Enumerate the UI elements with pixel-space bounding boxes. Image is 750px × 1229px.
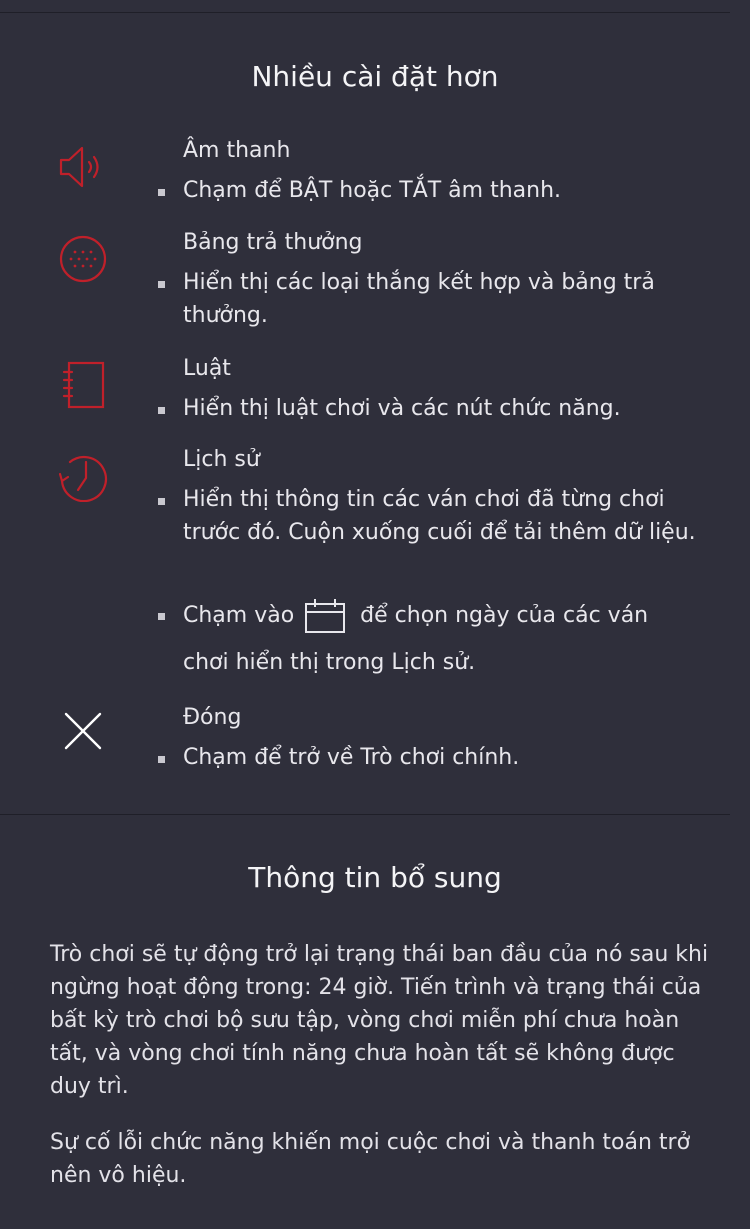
close-icon[interactable] bbox=[62, 710, 104, 752]
history-clock-icon bbox=[58, 455, 107, 502]
section-title-more-settings: Nhiều cài đặt hơn bbox=[251, 60, 499, 93]
paytable-label: Bảng trả thưởng bbox=[183, 230, 363, 255]
sound-description: Chạm để BẬT hoặc TẮT âm thanh. bbox=[158, 174, 718, 207]
history-label: Lịch sử bbox=[183, 447, 260, 472]
close-description: Chạm để trở về Trò chơi chính. bbox=[158, 741, 718, 774]
calendar-icon bbox=[305, 599, 346, 633]
settings-help-page: Nhiều cài đặt hơn Âm thanh Chạm để BẬT h… bbox=[0, 0, 750, 1229]
speaker-icon bbox=[59, 146, 99, 188]
paytable-description: Hiển thị các loại thắng kết hợp và bảng … bbox=[158, 266, 718, 332]
top-divider bbox=[0, 12, 730, 13]
history-date-tip: Chạm vào để chọn ngày của các ván bbox=[158, 598, 718, 634]
notebook-icon bbox=[62, 361, 105, 409]
section-divider bbox=[0, 814, 730, 815]
history-description: Hiển thị thông tin các ván chơi đã từng … bbox=[158, 483, 718, 549]
paytable-icon bbox=[59, 235, 107, 283]
rules-description: Hiển thị luật chơi và các nút chức năng. bbox=[158, 392, 718, 425]
close-label: Đóng bbox=[183, 705, 242, 730]
history-date-tip-line2: chơi hiển thị trong Lịch sử. bbox=[183, 650, 476, 675]
malfunction-paragraph: Sự cố lỗi chức năng khiến mọi cuộc chơi … bbox=[50, 1130, 691, 1188]
rules-label: Luật bbox=[183, 356, 231, 381]
sound-label: Âm thanh bbox=[183, 138, 291, 163]
additional-info-paragraph: Trò chơi sẽ tự động trở lại trạng thái b… bbox=[50, 942, 709, 1099]
section-title-additional-info: Thông tin bổ sung bbox=[248, 861, 502, 894]
